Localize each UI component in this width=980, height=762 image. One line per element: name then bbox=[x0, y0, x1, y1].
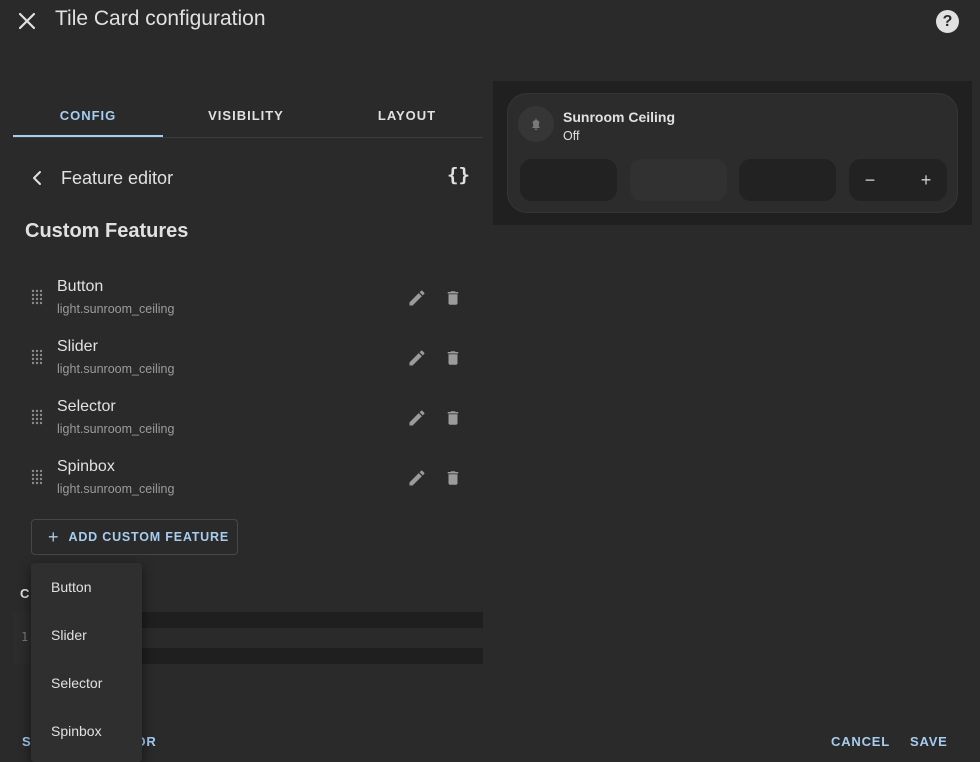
back-icon[interactable] bbox=[25, 166, 49, 190]
save-button[interactable]: SAVE bbox=[910, 734, 948, 749]
tile-feature-button[interactable] bbox=[520, 159, 617, 201]
feature-row-selector: Selector light.sunroom_ceiling bbox=[13, 392, 483, 448]
help-icon[interactable]: ? bbox=[936, 10, 959, 33]
drag-handle-icon[interactable] bbox=[30, 408, 44, 426]
dialog-title: Tile Card configuration bbox=[55, 7, 266, 30]
drag-handle-icon[interactable] bbox=[30, 348, 44, 366]
plus-icon[interactable]: + bbox=[917, 170, 935, 191]
feature-name: Button bbox=[57, 278, 104, 295]
tile-entity-state: Off bbox=[563, 129, 580, 143]
drag-handle-icon[interactable] bbox=[30, 288, 44, 306]
feature-row-slider: Slider light.sunroom_ceiling bbox=[13, 332, 483, 388]
cancel-button[interactable]: CANCEL bbox=[831, 734, 890, 749]
edit-icon[interactable] bbox=[405, 406, 429, 430]
active-tab-indicator bbox=[13, 135, 163, 137]
tab-bar: CONFIG VISIBILITY LAYOUT bbox=[13, 93, 483, 138]
drag-handle-icon[interactable] bbox=[30, 468, 44, 486]
dropdown-item-selector[interactable]: Selector bbox=[31, 663, 142, 703]
dropdown-item-slider[interactable]: Slider bbox=[31, 615, 142, 655]
tab-config[interactable]: CONFIG bbox=[13, 93, 163, 137]
feature-editor-title: Feature editor bbox=[61, 168, 174, 188]
edit-icon[interactable] bbox=[405, 346, 429, 370]
tile-feature-slider[interactable] bbox=[630, 159, 727, 201]
tile-feature-selector[interactable] bbox=[739, 159, 836, 201]
add-custom-feature-label: ADD CUSTOM FEATURE bbox=[68, 530, 229, 544]
code-editor-toggle-icon[interactable]: {} bbox=[447, 164, 470, 186]
close-icon[interactable] bbox=[14, 8, 40, 34]
dialog-header: Tile Card configuration ? bbox=[0, 0, 980, 42]
edit-icon[interactable] bbox=[405, 466, 429, 490]
dropdown-item-spinbox[interactable]: Spinbox bbox=[31, 711, 142, 751]
feature-name: Slider bbox=[57, 338, 98, 355]
section-title: Custom Features bbox=[25, 220, 189, 242]
plus-icon: + bbox=[48, 527, 59, 547]
tile-feature-spinbox: − + bbox=[849, 159, 947, 201]
tab-visibility[interactable]: VISIBILITY bbox=[171, 93, 321, 137]
delete-icon[interactable] bbox=[442, 406, 464, 430]
feature-entity: light.sunroom_ceiling bbox=[57, 302, 175, 316]
delete-icon[interactable] bbox=[442, 346, 464, 370]
feature-row-button: Button light.sunroom_ceiling bbox=[13, 272, 483, 328]
feature-name: Selector bbox=[57, 398, 116, 415]
feature-editor-header: Feature editor {} bbox=[13, 160, 483, 196]
tile-card[interactable]: Sunroom Ceiling Off − + bbox=[507, 93, 958, 213]
feature-entity: light.sunroom_ceiling bbox=[57, 422, 175, 436]
card-preview: Sunroom Ceiling Off − + bbox=[493, 81, 972, 225]
feature-entity: light.sunroom_ceiling bbox=[57, 482, 175, 496]
feature-name: Spinbox bbox=[57, 458, 115, 475]
delete-icon[interactable] bbox=[442, 466, 464, 490]
feature-type-dropdown: Button Slider Selector Spinbox bbox=[31, 563, 142, 762]
feature-row-spinbox: Spinbox light.sunroom_ceiling bbox=[13, 452, 483, 508]
bell-icon[interactable] bbox=[518, 106, 554, 142]
delete-icon[interactable] bbox=[442, 286, 464, 310]
dropdown-item-button[interactable]: Button bbox=[31, 567, 142, 607]
tile-entity-name: Sunroom Ceiling bbox=[563, 109, 675, 125]
yaml-section-label: C bbox=[20, 586, 30, 601]
feature-entity: light.sunroom_ceiling bbox=[57, 362, 175, 376]
minus-icon[interactable]: − bbox=[861, 170, 879, 191]
add-custom-feature-button[interactable]: + ADD CUSTOM FEATURE bbox=[31, 519, 238, 555]
edit-icon[interactable] bbox=[405, 286, 429, 310]
line-number: 1 bbox=[21, 630, 29, 644]
tab-layout[interactable]: LAYOUT bbox=[331, 93, 483, 137]
